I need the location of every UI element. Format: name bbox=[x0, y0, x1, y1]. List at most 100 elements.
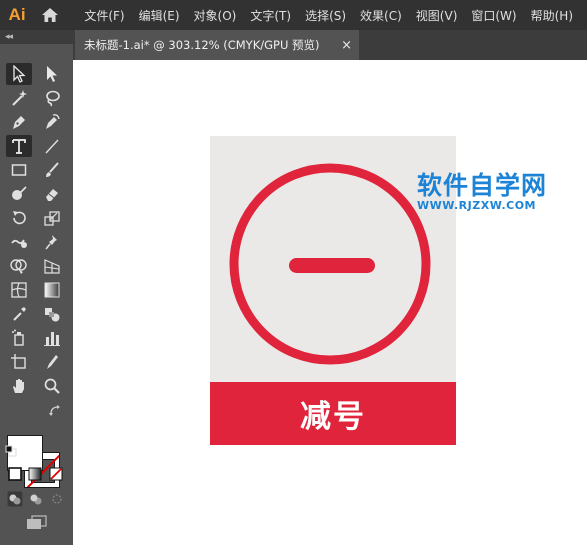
menu-window[interactable]: 窗口(W) bbox=[471, 7, 516, 24]
tools-panel-header: ◂◂ bbox=[0, 30, 73, 44]
blend-icon bbox=[45, 308, 60, 322]
menu-object[interactable]: 对象(O) bbox=[194, 7, 237, 24]
minus-bar bbox=[289, 258, 375, 273]
watermark: 软件自学网 WWW.RJZXW.COM bbox=[417, 172, 547, 212]
eyedropper-tool[interactable] bbox=[6, 303, 32, 325]
zoom-tool[interactable] bbox=[39, 375, 65, 397]
type-icon bbox=[12, 139, 26, 154]
shaper-icon bbox=[12, 186, 27, 200]
none-mode-button[interactable] bbox=[45, 464, 67, 484]
app-logo: Ai bbox=[8, 5, 26, 24]
lasso-tool[interactable] bbox=[39, 87, 65, 109]
rectangle-tool[interactable] bbox=[6, 159, 32, 181]
document-tab-bar: 未标题-1.ai* @ 303.12% (CMYK/GPU 预览) × bbox=[73, 30, 587, 60]
screen-mode-button[interactable] bbox=[24, 514, 50, 532]
menu-file[interactable]: 文件(F) bbox=[84, 7, 124, 24]
screen-mode-icon bbox=[27, 515, 47, 529]
rotate-icon bbox=[13, 211, 26, 225]
slice-icon bbox=[47, 355, 58, 369]
direct-selection-tool[interactable] bbox=[39, 63, 65, 85]
menu-view[interactable]: 视图(V) bbox=[416, 7, 458, 24]
menu-items: 文件(F) 编辑(E) 对象(O) 文字(T) 选择(S) 效果(C) 视图(V… bbox=[84, 7, 587, 24]
selection-tool[interactable] bbox=[6, 63, 32, 85]
default-colors-icon bbox=[5, 445, 17, 457]
menu-edit[interactable]: 编辑(E) bbox=[139, 7, 180, 24]
slice-tool[interactable] bbox=[39, 351, 65, 373]
paintbrush-tool[interactable] bbox=[39, 159, 65, 181]
shaper-tool[interactable] bbox=[6, 183, 32, 205]
shape-builder-icon bbox=[10, 259, 27, 274]
draw-inside-button[interactable] bbox=[48, 490, 66, 508]
document-tab[interactable]: 未标题-1.ai* @ 303.12% (CMYK/GPU 预览) × bbox=[75, 30, 359, 60]
artboard-tool[interactable] bbox=[6, 351, 32, 373]
symbol-sprayer-icon bbox=[12, 329, 24, 346]
menu-effect[interactable]: 效果(C) bbox=[360, 7, 402, 24]
home-button[interactable] bbox=[34, 0, 66, 30]
menu-bar: Ai 文件(F) 编辑(E) 对象(O) 文字(T) 选择(S) 效果(C) 视… bbox=[0, 0, 587, 30]
scale-tool[interactable] bbox=[39, 207, 65, 229]
artboard-icon bbox=[11, 354, 26, 369]
gradient-fill-icon bbox=[28, 467, 42, 481]
draw-behind-icon bbox=[30, 494, 42, 505]
magic-wand-tool[interactable] bbox=[6, 87, 32, 109]
default-fill-stroke-button[interactable] bbox=[4, 444, 18, 458]
menu-type[interactable]: 文字(T) bbox=[250, 7, 291, 24]
eraser-tool[interactable] bbox=[39, 183, 65, 205]
pen-tool[interactable] bbox=[6, 111, 32, 133]
home-icon bbox=[42, 8, 59, 22]
shape-builder-tool[interactable] bbox=[6, 255, 32, 277]
blend-tool[interactable] bbox=[39, 303, 65, 325]
rotate-tool[interactable] bbox=[6, 207, 32, 229]
selection-arrow-icon bbox=[13, 65, 26, 83]
curvature-icon bbox=[46, 114, 60, 129]
magic-wand-icon bbox=[12, 90, 27, 106]
perspective-grid-tool[interactable] bbox=[39, 255, 65, 277]
warp-tool[interactable] bbox=[6, 231, 32, 253]
color-fill-icon bbox=[8, 467, 22, 481]
draw-inside-icon bbox=[52, 494, 62, 504]
swap-arrows-icon bbox=[49, 405, 60, 416]
paintbrush-icon bbox=[46, 162, 59, 177]
puppet-warp-tool[interactable] bbox=[39, 231, 65, 253]
close-tab-icon[interactable]: × bbox=[341, 38, 352, 53]
draw-behind-button[interactable] bbox=[27, 490, 45, 508]
column-graph-icon bbox=[44, 332, 60, 346]
color-mode-button[interactable] bbox=[4, 464, 26, 484]
gradient-tool[interactable] bbox=[39, 279, 65, 301]
mesh-icon bbox=[11, 282, 27, 298]
artwork-label: 减号 bbox=[300, 399, 366, 435]
gradient-icon bbox=[44, 282, 60, 298]
menu-select[interactable]: 选择(S) bbox=[305, 7, 346, 24]
scale-icon bbox=[44, 211, 60, 226]
rectangle-icon bbox=[11, 164, 27, 176]
warp-icon bbox=[11, 239, 27, 248]
perspective-grid-icon bbox=[44, 259, 60, 274]
zoom-icon bbox=[44, 378, 60, 394]
curvature-tool[interactable] bbox=[39, 111, 65, 133]
collapse-panel-button[interactable]: ◂◂ bbox=[5, 32, 13, 42]
watermark-url: WWW.RJZXW.COM bbox=[417, 199, 536, 212]
lasso-icon bbox=[46, 90, 60, 107]
hand-icon bbox=[13, 379, 24, 393]
swap-fill-stroke-button[interactable] bbox=[46, 402, 64, 420]
watermark-title: 软件自学网 bbox=[417, 171, 548, 200]
pen-icon bbox=[13, 116, 25, 129]
type-tool[interactable] bbox=[6, 135, 32, 157]
symbol-sprayer-tool[interactable] bbox=[6, 327, 32, 349]
tools-panel: ◂◂ bbox=[0, 30, 73, 545]
direct-selection-icon bbox=[47, 66, 57, 82]
menu-help[interactable]: 帮助(H) bbox=[531, 7, 573, 24]
line-segment-tool[interactable] bbox=[39, 135, 65, 157]
column-graph-tool[interactable] bbox=[39, 327, 65, 349]
draw-normal-button[interactable] bbox=[6, 490, 24, 508]
hand-tool[interactable] bbox=[6, 375, 32, 397]
line-segment-icon bbox=[45, 139, 59, 154]
mesh-tool[interactable] bbox=[6, 279, 32, 301]
canvas[interactable]: 减号 软件自学网 WWW.RJZXW.COM bbox=[73, 60, 587, 545]
label-band: 减号 bbox=[210, 382, 456, 445]
gradient-mode-button[interactable] bbox=[24, 464, 46, 484]
draw-normal-icon bbox=[7, 491, 23, 507]
eraser-icon bbox=[46, 189, 58, 201]
eyedropper-icon bbox=[13, 307, 26, 321]
none-fill-icon bbox=[49, 467, 63, 481]
